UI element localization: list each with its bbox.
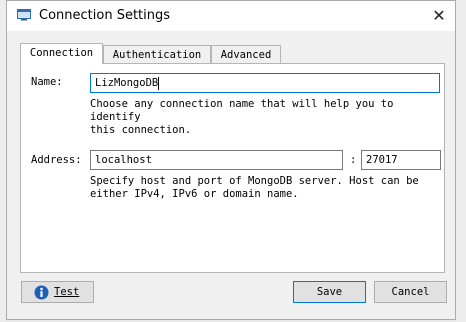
host-input[interactable]: localhost (90, 150, 343, 170)
name-input[interactable]: LizMongoDB (90, 73, 440, 93)
name-help-line: Choose any connection name that will hel… (90, 98, 394, 123)
connection-settings-dialog: Connection Settings ✕ Connection Authent… (6, 0, 456, 320)
name-label: Name: (31, 76, 63, 88)
address-help-text: Specify host and port of MongoDB server.… (90, 175, 419, 201)
tab-authentication[interactable]: Authentication (103, 45, 211, 63)
cancel-button-label: Cancel (391, 286, 430, 298)
close-icon: ✕ (432, 6, 446, 25)
background-window-right (456, 0, 466, 322)
name-help-line: this connection. (90, 124, 192, 136)
dialog-title: Connection Settings (39, 8, 171, 23)
tab-label: Connection (29, 47, 94, 59)
address-help-line: either IPv4, IPv6 or domain name. (90, 188, 299, 200)
name-help-text: Choose any connection name that will hel… (90, 98, 444, 137)
port-value: 27017 (366, 154, 398, 166)
name-value: LizMongoDB (95, 77, 159, 89)
tab-connection[interactable]: Connection (20, 43, 103, 64)
cancel-button[interactable]: Cancel (374, 281, 447, 303)
save-button[interactable]: Save (293, 281, 366, 303)
title-bar[interactable]: Connection Settings ✕ (7, 1, 455, 31)
port-separator: : (350, 154, 357, 166)
address-label: Address: (31, 154, 82, 166)
address-help-line: Specify host and port of MongoDB server.… (90, 175, 419, 187)
tab-label: Advanced (220, 49, 272, 61)
host-value: localhost (95, 154, 152, 166)
test-button[interactable]: Test (21, 281, 94, 303)
text-caret (158, 76, 160, 90)
tab-advanced[interactable]: Advanced (211, 45, 281, 63)
tab-label: Authentication (112, 49, 202, 61)
info-icon (34, 285, 49, 300)
port-input[interactable]: 27017 (361, 150, 441, 170)
close-button[interactable]: ✕ (425, 3, 453, 29)
test-button-label: Test (54, 286, 80, 298)
save-button-label: Save (316, 286, 343, 298)
window-icon (17, 9, 31, 21)
connection-tab-panel: Name: LizMongoDB Choose any connection n… (20, 63, 445, 273)
